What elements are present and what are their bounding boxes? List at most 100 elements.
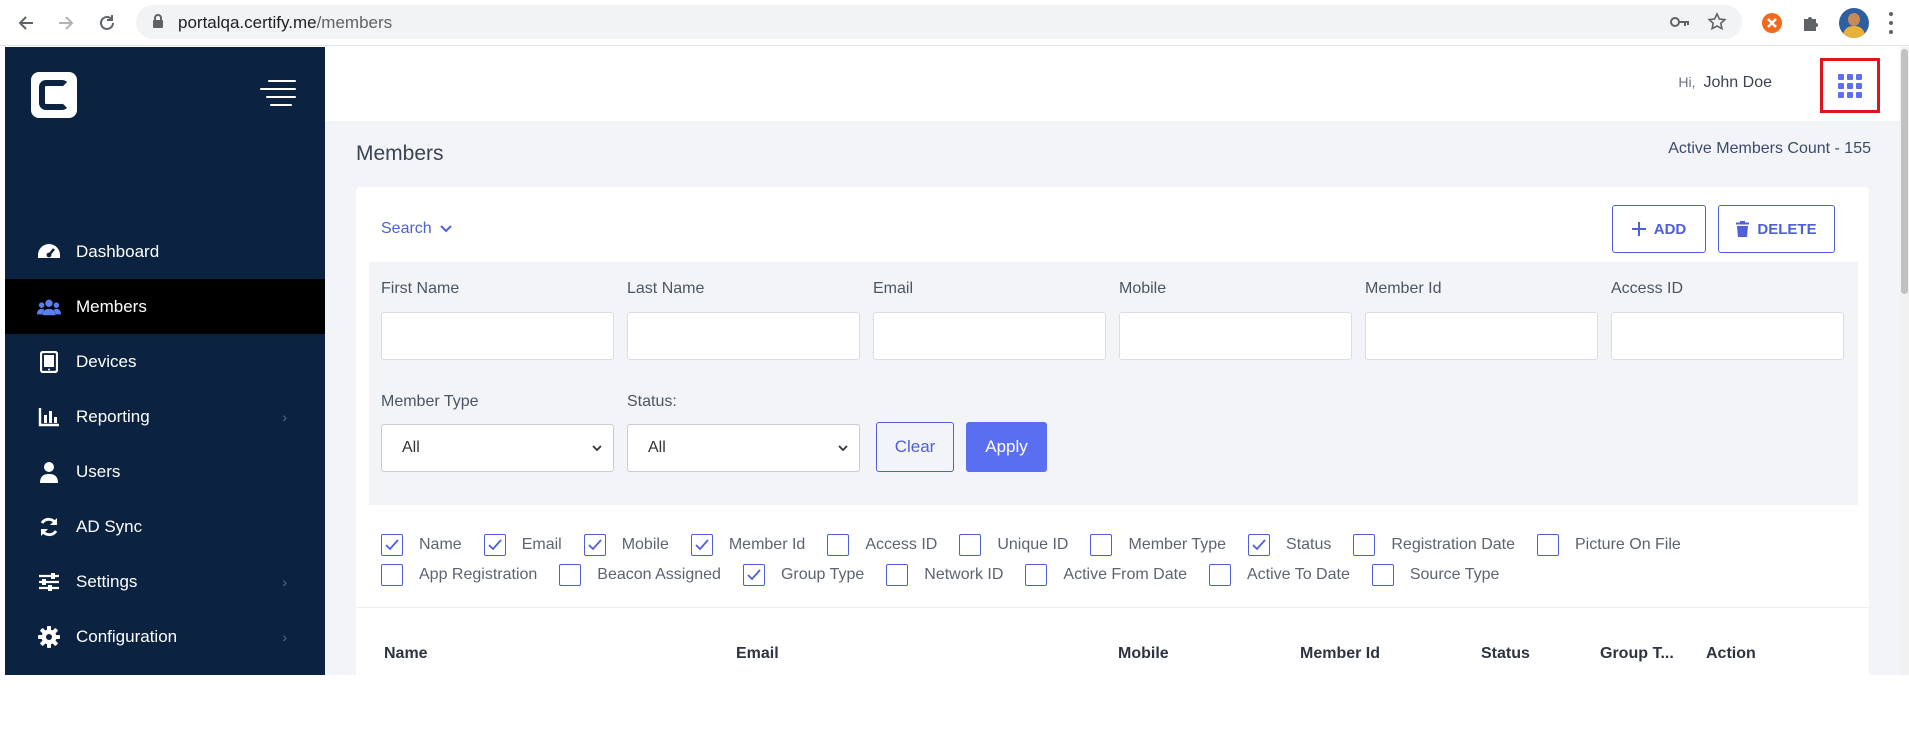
extension-orange-icon[interactable] <box>1759 10 1785 36</box>
checkbox-unchecked[interactable] <box>559 564 582 586</box>
sidebar-item-ad-sync[interactable]: AD Sync <box>5 499 325 554</box>
column-header-mobile[interactable]: Mobile <box>1118 645 1169 663</box>
checkbox-checked[interactable] <box>483 534 506 556</box>
status-select[interactable]: All <box>627 424 860 472</box>
column-toggle-beacon-assigned[interactable]: Beacon Assigned <box>559 564 721 586</box>
column-toggle-label: Active To Date <box>1246 566 1350 583</box>
email-input[interactable] <box>873 312 1106 360</box>
checkmark-icon <box>488 539 502 551</box>
checkbox-unchecked[interactable] <box>959 534 982 556</box>
checkbox-unchecked[interactable] <box>1025 564 1048 586</box>
column-toggle-access-id[interactable]: Access ID <box>827 534 937 556</box>
checkbox-unchecked[interactable] <box>1090 534 1113 556</box>
column-header-member-id[interactable]: Member Id <box>1300 645 1380 663</box>
apps-grid-button[interactable] <box>1820 58 1880 113</box>
sidebar-item-settings[interactable]: Settings › <box>5 554 325 609</box>
clear-filters-button[interactable]: Clear <box>876 422 954 472</box>
column-toggle-label: Registration Date <box>1391 536 1515 553</box>
bookmark-star-icon[interactable] <box>1707 12 1727 32</box>
column-header-status[interactable]: Status <box>1481 645 1530 663</box>
profile-avatar[interactable] <box>1839 8 1869 38</box>
sidebar-item-label: Devices <box>76 351 137 371</box>
sidebar-item-members[interactable]: Members <box>5 279 325 334</box>
column-toggle-member-type[interactable]: Member Type <box>1090 534 1226 556</box>
column-toggle-unique-id[interactable]: Unique ID <box>959 534 1068 556</box>
checkbox-unchecked[interactable] <box>381 564 403 586</box>
column-toggle-label: Active From Date <box>1063 566 1187 583</box>
browser-menu-icon[interactable] <box>1888 12 1894 34</box>
extensions-puzzle-icon[interactable] <box>1798 10 1824 36</box>
column-toggle-label: Member Type <box>1128 536 1227 553</box>
column-toggle-label: Status <box>1286 536 1332 553</box>
access-id-input[interactable] <box>1611 312 1844 360</box>
apply-filters-button[interactable]: Apply <box>966 422 1047 472</box>
gear-icon <box>37 625 61 648</box>
column-toggle-registration-date[interactable]: Registration Date <box>1353 534 1515 556</box>
checkbox-unchecked[interactable] <box>827 534 850 556</box>
back-icon[interactable] <box>12 9 40 37</box>
column-toggle-group-type[interactable]: Group Type <box>742 564 864 586</box>
column-toggle-mobile[interactable]: Mobile <box>583 534 669 556</box>
column-toggle-app-registration[interactable]: App Registration <box>381 564 537 586</box>
sidebar-item-label: Settings <box>76 571 138 591</box>
column-header-group-type[interactable]: Group T... <box>1600 645 1674 663</box>
checkbox-checked[interactable] <box>742 564 765 586</box>
column-toggle-member-id[interactable]: Member Id <box>690 534 805 556</box>
column-toggle-active-from-date[interactable]: Active From Date <box>1025 564 1187 586</box>
certify-logo[interactable] <box>31 72 77 118</box>
column-header-email[interactable]: Email <box>736 645 779 663</box>
sidebar-item-reporting[interactable]: Reporting › <box>5 389 325 444</box>
sidebar-item-label: Members <box>76 296 147 316</box>
checkbox-unchecked[interactable] <box>1537 534 1559 556</box>
column-toggle-active-to-date[interactable]: Active To Date <box>1208 564 1350 586</box>
members-icon <box>37 296 61 318</box>
delete-button-label: DELETE <box>1757 220 1817 238</box>
greeting-text: Hi, <box>1678 74 1696 90</box>
member-type-select[interactable]: All <box>381 424 614 472</box>
column-toggle-email[interactable]: Email <box>483 534 562 556</box>
member-type-value: All <box>402 439 420 456</box>
member-id-input[interactable] <box>1365 312 1598 360</box>
menu-toggle-icon[interactable] <box>260 80 296 106</box>
divider <box>356 607 1869 608</box>
dashboard-icon <box>37 241 61 263</box>
column-toggle-network-id[interactable]: Network ID <box>886 564 1003 586</box>
checkbox-unchecked[interactable] <box>1371 564 1394 586</box>
add-member-button[interactable]: ADD <box>1612 205 1706 253</box>
last-name-input[interactable] <box>627 312 860 360</box>
reload-icon[interactable] <box>93 9 121 37</box>
sidebar-item-configuration[interactable]: Configuration › <box>5 609 325 664</box>
sidebar-item-label: Reporting <box>76 406 150 426</box>
column-header-name[interactable]: Name <box>384 645 428 663</box>
plus-icon <box>1631 222 1646 236</box>
first-name-input[interactable] <box>381 312 614 360</box>
sidebar-item-devices[interactable]: Devices <box>5 334 325 389</box>
checkbox-checked[interactable] <box>1248 534 1271 556</box>
delete-member-button[interactable]: DELETE <box>1718 205 1835 253</box>
user-greeting[interactable]: Hi, John Doe <box>1678 74 1772 92</box>
search-toggle[interactable]: Search <box>381 220 452 238</box>
column-toggle-name[interactable]: Name <box>381 534 462 556</box>
checkmark-icon <box>385 539 399 551</box>
checkbox-checked[interactable] <box>690 534 713 556</box>
sliders-icon <box>37 571 61 593</box>
checkbox-unchecked[interactable] <box>886 564 909 586</box>
member-type-label: Member Type <box>381 393 479 410</box>
column-toggle-picture-on-file[interactable]: Picture On File <box>1537 534 1681 556</box>
chevron-right-icon: › <box>282 409 287 425</box>
forward-icon[interactable] <box>52 9 80 37</box>
page-scrollbar[interactable] <box>1900 47 1909 675</box>
mobile-input[interactable] <box>1119 312 1352 360</box>
column-toggle-status[interactable]: Status <box>1248 534 1331 556</box>
checkbox-unchecked[interactable] <box>1353 534 1376 556</box>
checkbox-checked[interactable] <box>381 534 403 556</box>
sidebar-item-users[interactable]: Users <box>5 444 325 499</box>
address-bar[interactable]: portalqa.certify.me/members <box>136 5 1742 39</box>
checkbox-checked[interactable] <box>583 534 606 556</box>
column-toggle-label: Unique ID <box>997 536 1069 553</box>
checkbox-unchecked[interactable] <box>1208 564 1231 586</box>
sidebar-item-dashboard[interactable]: Dashboard <box>5 224 325 279</box>
sidebar-item-label: Users <box>76 461 121 481</box>
key-icon[interactable] <box>1670 12 1690 32</box>
column-toggle-source-type[interactable]: Source Type <box>1371 564 1499 586</box>
